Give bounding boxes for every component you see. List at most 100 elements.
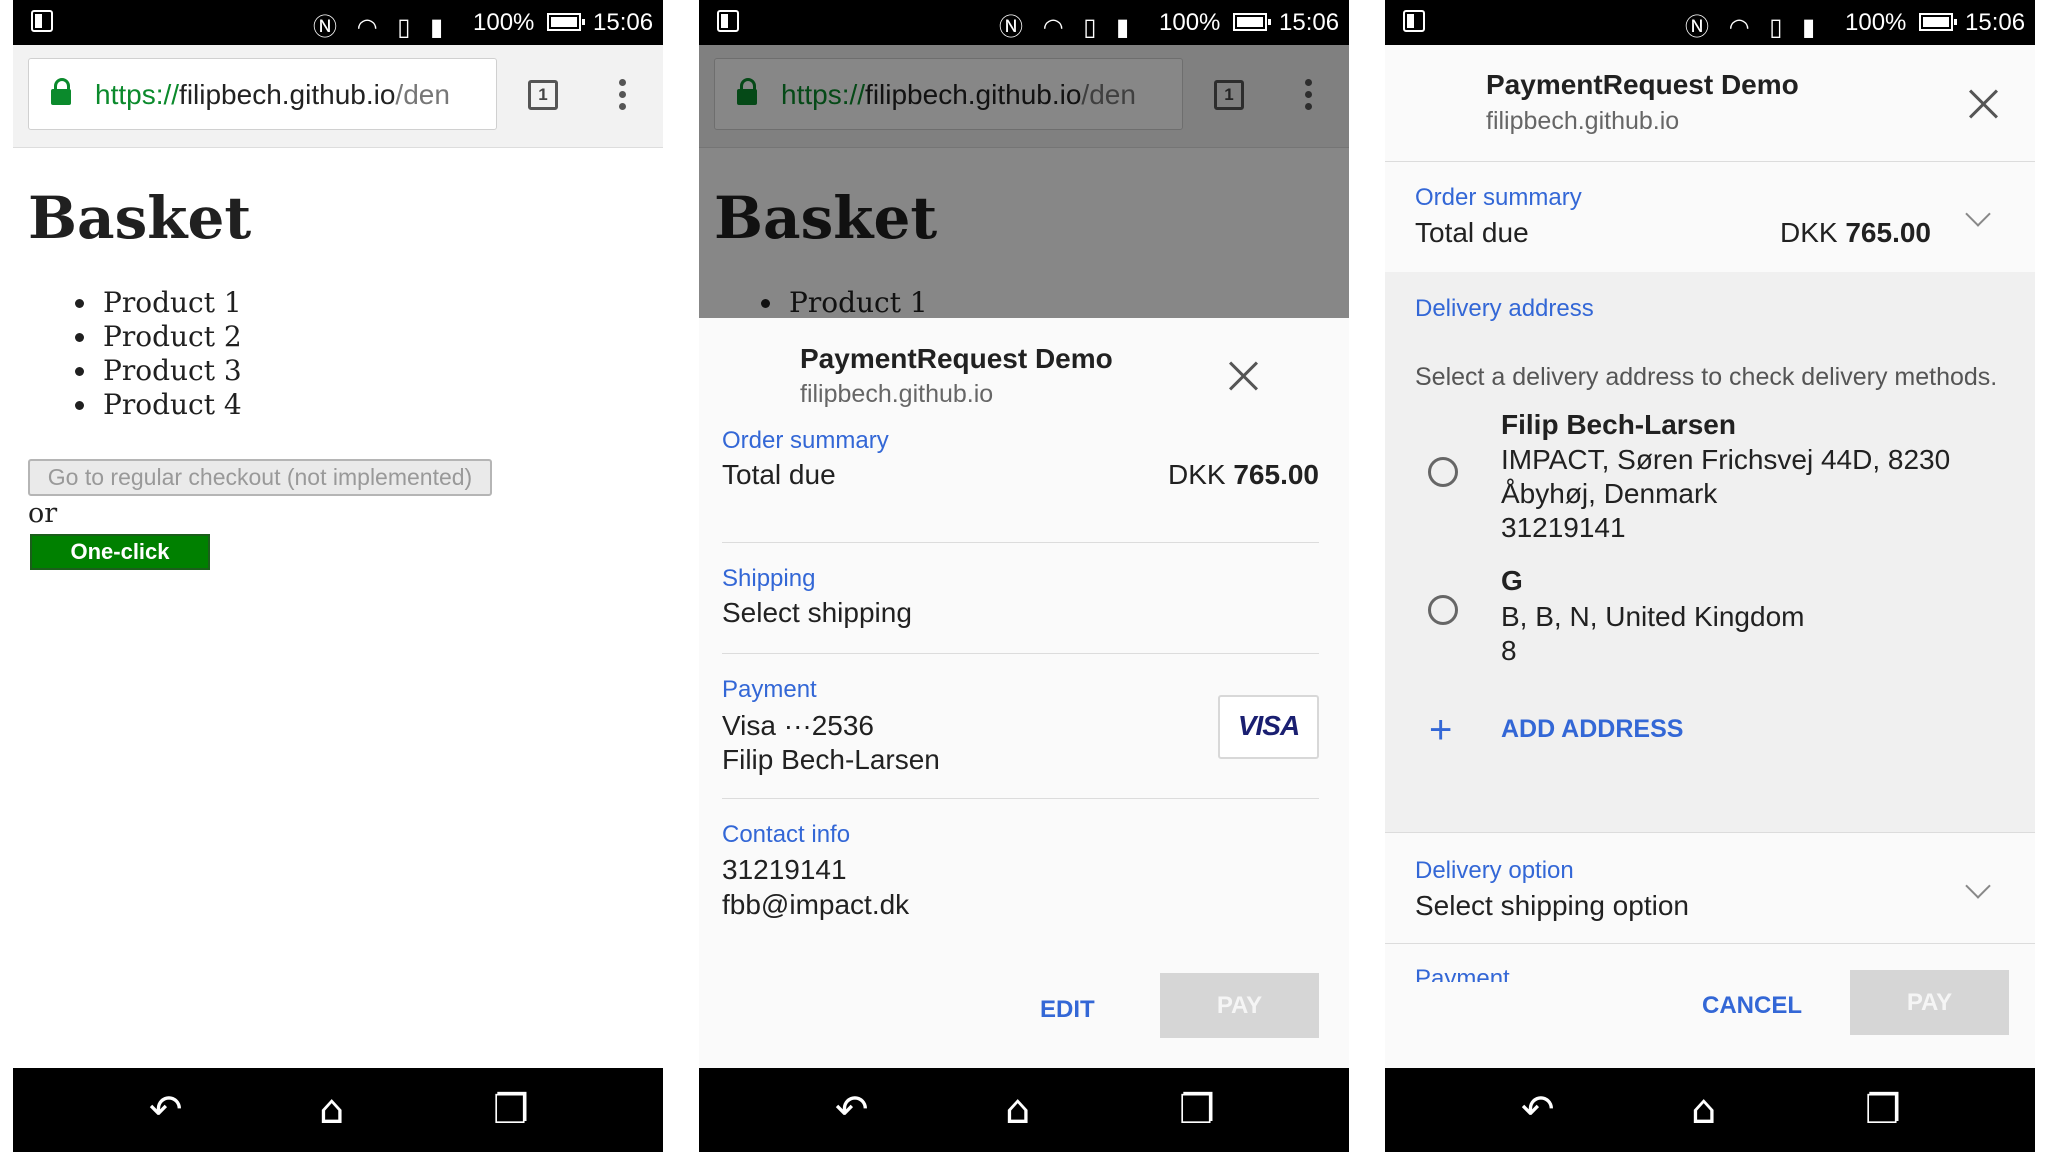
contact-email: fbb@impact.dk xyxy=(722,889,910,920)
close-icon[interactable] xyxy=(1227,359,1261,393)
edit-button[interactable]: EDIT xyxy=(1040,996,1095,1024)
overflow-menu-icon[interactable] xyxy=(619,79,627,113)
status-bar: Ⓝ ◠ ▯ ▮ 100% 15:06 xyxy=(699,0,1349,45)
address-phone: 8 xyxy=(1501,635,1517,666)
system-nav-bar: ↶ ⌂ ❐ xyxy=(1385,1068,2035,1152)
home-icon[interactable]: ⌂ xyxy=(319,1088,344,1132)
total-amount: DKK 765.00 xyxy=(1168,459,1319,490)
notification-icon xyxy=(31,10,53,32)
address-phone: 31219141 xyxy=(1501,512,1626,543)
list-item: Product 4 xyxy=(99,388,242,422)
status-bar: Ⓝ ◠ ▯ ▮ 100% 15:06 xyxy=(1385,0,2035,45)
visa-card-icon: VISA xyxy=(1218,695,1319,759)
address-bar[interactable]: https://filipbech.github.io/den xyxy=(28,58,497,130)
add-address-button[interactable]: ADD ADDRESS xyxy=(1501,715,1683,744)
address-line: Åbyhøj, Denmark xyxy=(1501,478,1718,509)
payment-request-sheet: PaymentRequest Demo filipbech.github.io … xyxy=(699,318,1349,1068)
status-bar: Ⓝ ◠ ▯ ▮ 100% 15:06 xyxy=(13,0,663,45)
add-icon[interactable]: + xyxy=(1429,710,1452,750)
address-name[interactable]: Filip Bech-Larsen xyxy=(1501,409,1736,441)
total-label: Total due xyxy=(1415,217,1529,248)
status-icons: Ⓝ ◠ ▯ ▮ xyxy=(1685,13,1822,41)
tab-switcher-button[interactable]: 1 xyxy=(528,80,558,110)
list-item: Product 2 xyxy=(99,320,242,354)
status-icons: Ⓝ ◠ ▯ ▮ xyxy=(313,13,450,41)
delivery-address-hint: Select a delivery address to check deliv… xyxy=(1415,363,1998,391)
delivery-option-value[interactable]: Select shipping option xyxy=(1415,890,1689,922)
phone-screen-delivery-address: Ⓝ ◠ ▯ ▮ 100% 15:06 PaymentRequest Demo f… xyxy=(1385,0,2035,1152)
sheet-host: filipbech.github.io xyxy=(800,380,994,408)
divider xyxy=(722,798,1319,799)
contact-phone: 31219141 xyxy=(722,854,847,885)
divider xyxy=(1385,161,2035,162)
battery-percent: 100% xyxy=(473,9,535,36)
product-list: Product 1 Product 2 Product 3 Product 4 xyxy=(71,286,242,422)
system-nav-bar: ↶ ⌂ ❐ xyxy=(699,1068,1349,1152)
payment-request-sheet-expanded: PaymentRequest Demo filipbech.github.io … xyxy=(1385,45,2035,1068)
regular-checkout-button[interactable]: Go to regular checkout (not implemented) xyxy=(28,459,492,496)
total-label: Total due xyxy=(722,459,836,490)
shipping-label[interactable]: Shipping xyxy=(722,565,815,593)
delivery-option-label[interactable]: Delivery option xyxy=(1415,857,1574,885)
recents-icon[interactable]: ❐ xyxy=(1865,1088,1901,1132)
sheet-host: filipbech.github.io xyxy=(1486,107,1680,135)
payment-card-holder: Filip Bech-Larsen xyxy=(722,744,940,775)
phone-screen-payment-sheet: Ⓝ ◠ ▯ ▮ 100% 15:06 https://filipbech.git… xyxy=(699,0,1349,1152)
back-icon[interactable]: ↶ xyxy=(149,1088,183,1132)
address-line: IMPACT, Søren Frichsvej 44D, 8230 xyxy=(1501,444,1951,475)
system-nav-bar: ↶ ⌂ ❐ xyxy=(13,1068,663,1152)
address-radio-1[interactable] xyxy=(1428,457,1458,487)
status-icons: Ⓝ ◠ ▯ ▮ xyxy=(999,13,1136,41)
total-amount: DKK 765.00 xyxy=(1780,217,1931,248)
divider xyxy=(1385,832,2035,833)
address-line: B, B, N, United Kingdom xyxy=(1501,601,1805,632)
chevron-down-icon[interactable] xyxy=(1965,201,1991,227)
battery-icon xyxy=(547,13,585,31)
home-icon[interactable]: ⌂ xyxy=(1005,1088,1030,1132)
web-page: Basket Product 1 Product 2 Product 3 Pro… xyxy=(13,148,663,1068)
list-item: Product 1 xyxy=(99,286,242,320)
list-item: Product 3 xyxy=(99,354,242,388)
delivery-address-section xyxy=(1385,272,2035,832)
pay-button[interactable]: PAY xyxy=(1160,973,1319,1038)
clock: 15:06 xyxy=(593,9,654,36)
address-name[interactable]: G xyxy=(1501,565,1523,597)
one-click-checkout-button[interactable]: One-click checkout xyxy=(30,534,210,596)
recents-icon[interactable]: ❐ xyxy=(1179,1088,1215,1132)
notification-icon xyxy=(1403,10,1425,32)
battery-percent: 100% xyxy=(1845,9,1907,36)
close-icon[interactable] xyxy=(1967,87,2001,121)
lock-icon xyxy=(51,78,71,105)
order-summary-label[interactable]: Order summary xyxy=(1415,184,1582,212)
battery-icon xyxy=(1233,13,1271,31)
notification-icon xyxy=(717,10,739,32)
divider xyxy=(1385,943,2035,944)
back-icon[interactable]: ↶ xyxy=(835,1088,869,1132)
sheet-title: PaymentRequest Demo xyxy=(800,343,1113,374)
back-icon[interactable]: ↶ xyxy=(1521,1088,1555,1132)
or-text: or xyxy=(28,498,58,529)
payment-label[interactable]: Payment xyxy=(722,676,817,704)
payment-card[interactable]: Visa ···2536 xyxy=(722,710,874,742)
sheet-title: PaymentRequest Demo xyxy=(1486,69,1799,100)
cancel-button[interactable]: CANCEL xyxy=(1702,992,1802,1020)
divider xyxy=(722,542,1319,543)
delivery-address-label: Delivery address xyxy=(1415,295,1594,322)
clock: 15:06 xyxy=(1279,9,1340,36)
home-icon[interactable]: ⌂ xyxy=(1691,1088,1716,1132)
recents-icon[interactable]: ❐ xyxy=(493,1088,529,1132)
page-title: Basket xyxy=(28,184,252,252)
clock: 15:06 xyxy=(1965,9,2026,36)
url-text: https://filipbech.github.io/den xyxy=(95,79,450,110)
contact-info-label[interactable]: Contact info xyxy=(722,821,850,849)
phone-screen-basket: Ⓝ ◠ ▯ ▮ 100% 15:06 https://filipbech.git… xyxy=(13,0,663,1152)
battery-icon xyxy=(1919,13,1957,31)
order-summary-label: Order summary xyxy=(722,427,889,454)
shipping-value[interactable]: Select shipping xyxy=(722,597,912,629)
browser-toolbar: https://filipbech.github.io/den 1 xyxy=(13,45,663,148)
battery-percent: 100% xyxy=(1159,9,1221,36)
scrim-overlay[interactable] xyxy=(699,45,1349,318)
chevron-down-icon[interactable] xyxy=(1965,873,1991,899)
pay-button[interactable]: PAY xyxy=(1850,970,2009,1035)
address-radio-2[interactable] xyxy=(1428,595,1458,625)
